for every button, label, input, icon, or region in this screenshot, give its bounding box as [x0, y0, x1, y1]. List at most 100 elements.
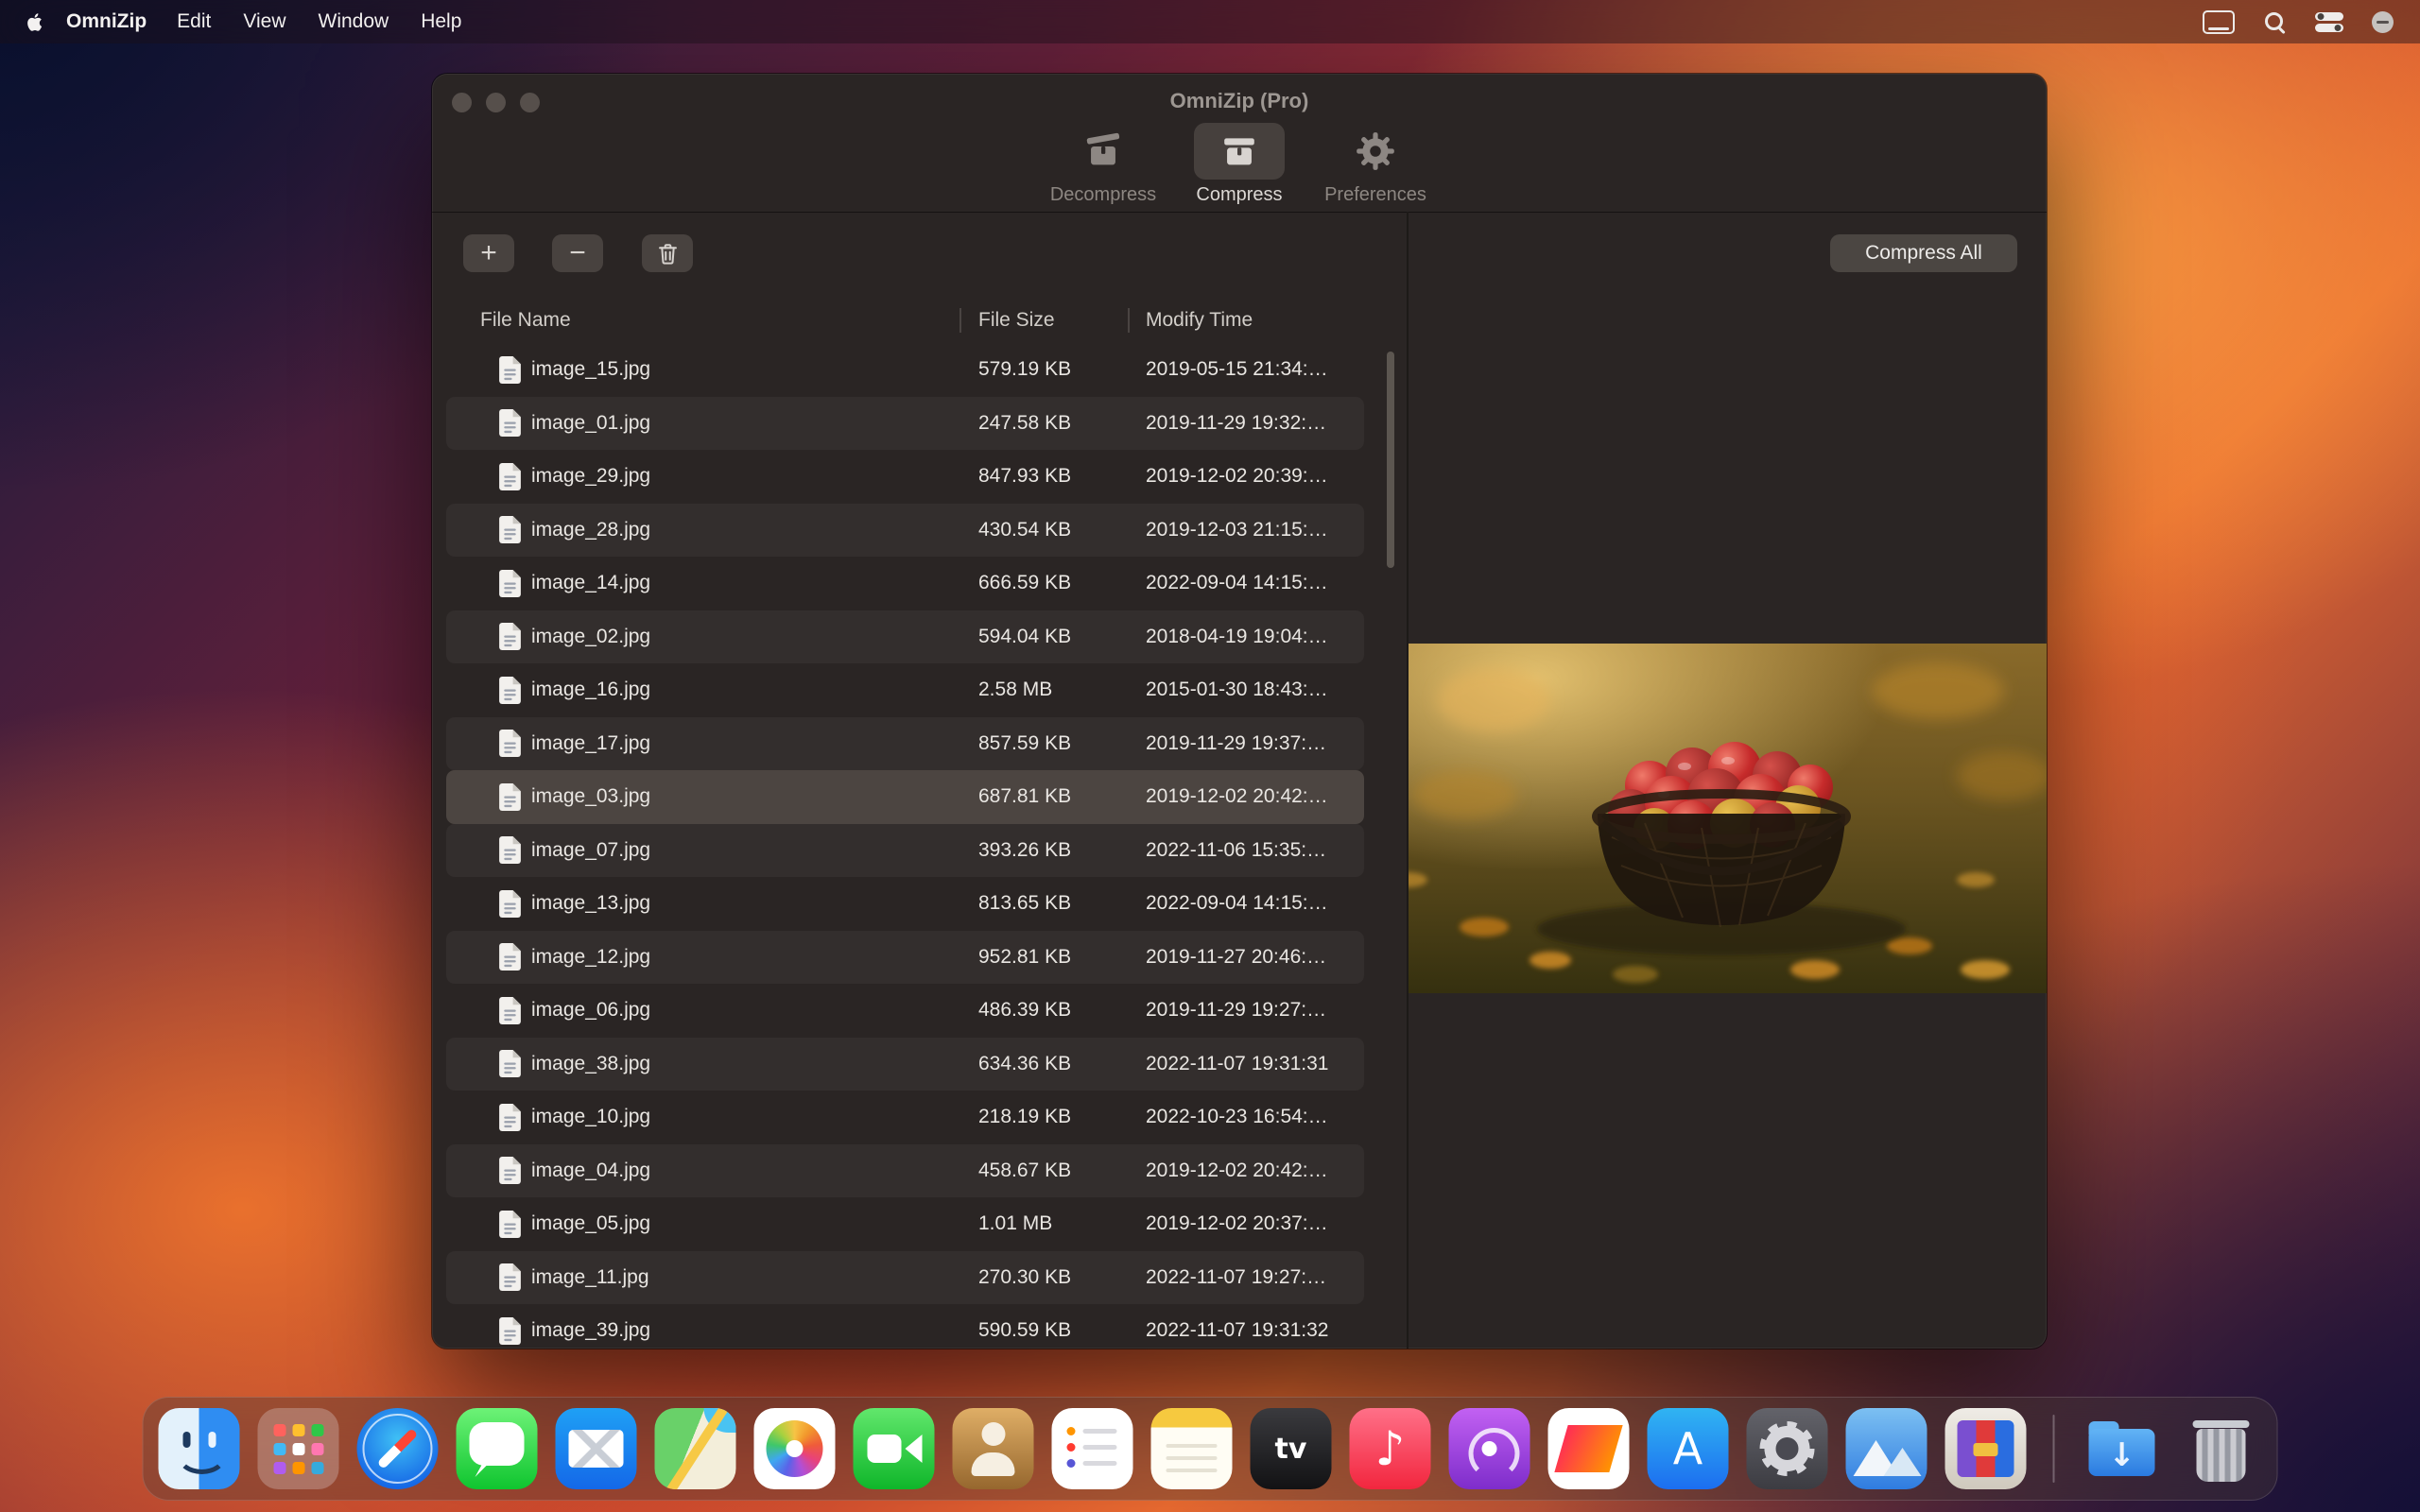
dock-trash[interactable]	[2181, 1408, 2262, 1489]
file-size-cell: 847.93 KB	[978, 450, 1071, 504]
apple-logo-icon[interactable]	[23, 10, 46, 34]
menu-window[interactable]: Window	[302, 10, 406, 33]
file-size-cell: 634.36 KB	[978, 1038, 1071, 1091]
file-icon	[499, 943, 521, 971]
dock-contacts[interactable]	[953, 1408, 1034, 1489]
table-row[interactable]: image_29.jpg847.93 KB2019-12-02 20:39:…	[446, 450, 1364, 504]
table-row[interactable]: image_17.jpg857.59 KB2019-11-29 19:37:…	[446, 717, 1364, 771]
table-row[interactable]: image_10.jpg218.19 KB2022-10-23 16:54:…	[446, 1091, 1364, 1144]
modify-time-cell: 2022-11-07 19:31:32	[1146, 1304, 1328, 1349]
menu-view[interactable]: View	[227, 10, 302, 33]
table-row[interactable]: image_04.jpg458.67 KB2019-12-02 20:42:…	[446, 1144, 1364, 1198]
file-name-cell: image_29.jpg	[499, 450, 650, 504]
modify-time-cell: 2022-09-04 14:15:…	[1146, 877, 1328, 931]
dock: tv♪ A ↓	[143, 1397, 2278, 1501]
file-icon	[499, 836, 521, 864]
app-store-icon: A	[1648, 1408, 1729, 1489]
modify-time-cell: 2022-11-07 19:27:…	[1146, 1251, 1326, 1305]
column-header-modify-time[interactable]: Modify Time	[1146, 301, 1253, 340]
column-header-file-size[interactable]: File Size	[978, 301, 1055, 340]
menu-bar-status-area	[2203, 10, 2420, 34]
minus-circle-icon[interactable]	[2372, 11, 2394, 33]
file-icon	[499, 409, 521, 437]
scrollbar-thumb[interactable]	[1387, 352, 1394, 568]
file-name-cell: image_03.jpg	[499, 770, 650, 824]
table-row[interactable]: image_06.jpg486.39 KB2019-11-29 19:27:…	[446, 984, 1364, 1038]
file-name-cell: image_13.jpg	[499, 877, 650, 931]
table-row[interactable]: image_05.jpg1.01 MB2019-12-02 20:37:…	[446, 1197, 1364, 1251]
trash-icon	[655, 241, 681, 266]
dock-settings[interactable]	[1747, 1408, 1828, 1489]
table-row[interactable]: image_16.jpg2.58 MB2015-01-30 18:43:…	[446, 663, 1364, 717]
modify-time-cell: 2019-11-29 19:27:…	[1146, 984, 1326, 1038]
file-icon	[499, 623, 521, 650]
dock-notes[interactable]	[1151, 1408, 1233, 1489]
table-row[interactable]: image_38.jpg634.36 KB2022-11-07 19:31:31	[446, 1038, 1364, 1091]
dock-facetime[interactable]	[854, 1408, 935, 1489]
file-name-cell: image_11.jpg	[499, 1251, 649, 1305]
clear-files-button[interactable]	[642, 234, 693, 272]
file-size-cell: 270.30 KB	[978, 1251, 1071, 1305]
dock-music[interactable]: ♪	[1350, 1408, 1431, 1489]
dock-downloads[interactable]: ↓	[2082, 1408, 2163, 1489]
toolbar-item-decompress[interactable]: Decompress	[1046, 123, 1160, 206]
file-name-cell: image_01.jpg	[499, 397, 650, 451]
menubar-app-name[interactable]: OmniZip	[52, 10, 161, 33]
spotlight-search-icon[interactable]	[2263, 10, 2287, 34]
table-row[interactable]: image_01.jpg247.58 KB2019-11-29 19:32:…	[446, 397, 1364, 451]
table-row[interactable]: image_28.jpg430.54 KB2019-12-03 21:15:…	[446, 504, 1364, 558]
menu-edit[interactable]: Edit	[161, 10, 227, 33]
remove-files-button[interactable]: −	[552, 234, 603, 272]
dock-mountain[interactable]	[1846, 1408, 1927, 1489]
file-name-cell: image_07.jpg	[499, 824, 650, 878]
file-icon	[499, 1157, 521, 1184]
dock-maps[interactable]	[655, 1408, 736, 1489]
compress-all-button[interactable]: Compress All	[1830, 234, 2017, 272]
file-size-cell: 594.04 KB	[978, 610, 1071, 664]
table-row[interactable]: image_14.jpg666.59 KB2022-09-04 14:15:…	[446, 557, 1364, 610]
dock-finder[interactable]	[159, 1408, 240, 1489]
file-size-cell: 458.67 KB	[978, 1144, 1071, 1198]
column-divider	[1128, 308, 1130, 333]
table-row[interactable]: image_02.jpg594.04 KB2018-04-19 19:04:…	[446, 610, 1364, 664]
file-icon	[499, 463, 521, 490]
table-row[interactable]: image_07.jpg393.26 KB2022-11-06 15:35:…	[446, 824, 1364, 878]
compress-archive-icon	[1218, 129, 1261, 173]
menu-bar: OmniZip Edit View Window Help	[0, 0, 2420, 43]
dock-news[interactable]	[1548, 1408, 1630, 1489]
table-row[interactable]: image_03.jpg687.81 KB2019-12-02 20:42:…	[446, 770, 1364, 824]
dock-safari[interactable]	[357, 1408, 439, 1489]
table-row[interactable]: image_11.jpg 270.30 KB 2022-11-07 19:27:…	[446, 1251, 1364, 1305]
control-center-icon[interactable]	[2315, 12, 2343, 32]
dock-reminders[interactable]	[1052, 1408, 1133, 1489]
dock-messages[interactable]	[457, 1408, 538, 1489]
file-size-cell: 579.19 KB	[978, 343, 1071, 397]
file-name-cell: image_28.jpg	[499, 504, 650, 558]
preview-image	[1409, 644, 2047, 993]
table-row[interactable]: image_39.jpg590.59 KB2022-11-07 19:31:32	[446, 1304, 1364, 1349]
toolbar-item-compress[interactable]: Compress	[1183, 123, 1296, 206]
add-files-button[interactable]: +	[463, 234, 514, 272]
dock-omnizip[interactable]	[1945, 1408, 2027, 1489]
dock-mail[interactable]	[556, 1408, 637, 1489]
dock-podcasts[interactable]	[1449, 1408, 1530, 1489]
display-icon[interactable]	[2203, 10, 2235, 34]
table-row[interactable]: image_15.jpg579.19 KB2019-05-15 21:34:…	[446, 343, 1364, 397]
dock-launchpad[interactable]	[258, 1408, 339, 1489]
file-size-cell: 666.59 KB	[978, 557, 1071, 610]
table-row[interactable]: image_12.jpg952.81 KB2019-11-27 20:46:…	[446, 931, 1364, 985]
column-header-file-name[interactable]: File Name	[480, 301, 571, 340]
modify-time-cell: 2019-12-02 20:37:…	[1146, 1197, 1328, 1251]
decompress-iconbox	[1058, 123, 1149, 180]
modify-time-cell: 2019-11-29 19:37:…	[1146, 717, 1326, 771]
menu-help[interactable]: Help	[405, 10, 477, 33]
file-name-cell: image_10.jpg	[499, 1091, 650, 1144]
toolbar-item-preferences[interactable]: Preferences	[1319, 123, 1432, 206]
dock-appstore[interactable]: A	[1648, 1408, 1729, 1489]
file-size-cell: 2.58 MB	[978, 663, 1052, 717]
dock-tv[interactable]: tv	[1251, 1408, 1332, 1489]
file-icon	[499, 356, 521, 384]
file-size-cell: 218.19 KB	[978, 1091, 1071, 1144]
table-row[interactable]: image_13.jpg813.65 KB2022-09-04 14:15:…	[446, 877, 1364, 931]
dock-photos[interactable]	[754, 1408, 836, 1489]
